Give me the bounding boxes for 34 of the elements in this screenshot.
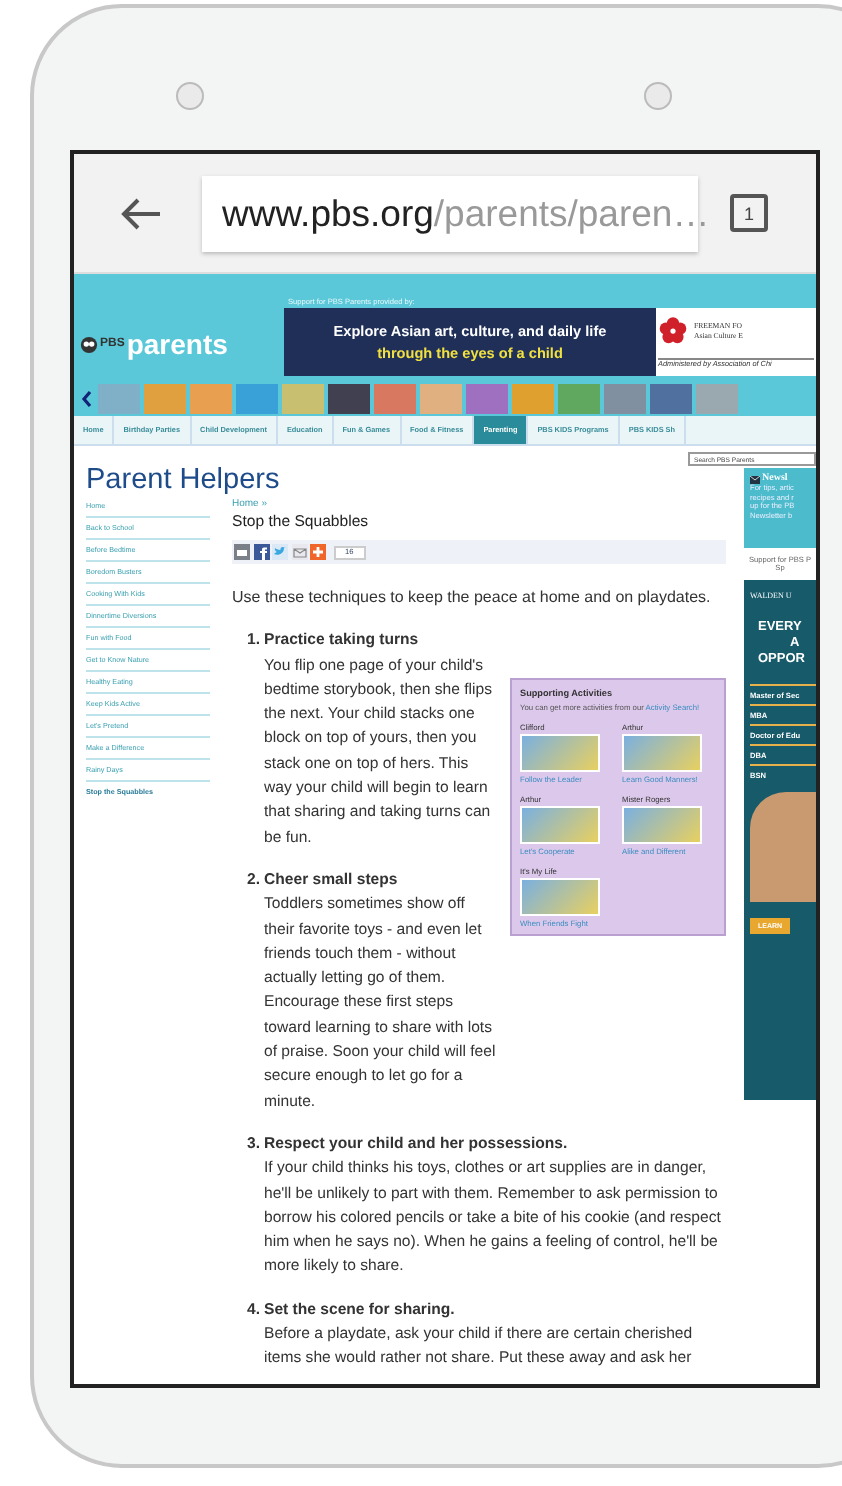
photo-placeholder [750,792,816,902]
print-icon[interactable] [234,544,250,560]
sensor-icon [176,81,204,109]
character-thumbnail[interactable] [696,384,738,414]
tab-count-button[interactable]: 1 [730,194,768,232]
character-thumbnail[interactable] [328,384,370,414]
character-thumbnail[interactable] [236,384,278,414]
logo-text: parents [126,328,228,360]
thumbnail-placeholder[interactable] [622,733,702,772]
thumbnail-placeholder[interactable] [520,805,600,844]
thumbnail-placeholder[interactable] [622,805,702,844]
character-thumbnail[interactable] [604,384,646,414]
camera-icon [644,81,672,109]
character-thumbnail[interactable] [374,384,416,414]
logo-icon [80,335,98,353]
facebook-icon[interactable] [253,544,269,560]
chevron-left-icon[interactable] [80,390,94,408]
email-icon[interactable] [291,544,307,560]
character-thumbnail[interactable] [98,384,140,414]
character-thumbnail[interactable] [282,384,324,414]
intro-paragraph: Use these techniques to keep the peace at home and on playdates. [232,586,713,610]
character-thumbnail[interactable] [650,384,692,414]
character-thumbnail[interactable] [144,384,186,414]
thumbnail-placeholder[interactable] [520,733,600,772]
character-thumbnail[interactable] [190,384,232,414]
character-thumbnail[interactable] [466,384,508,414]
thumbnail-placeholder[interactable] [520,877,600,916]
character-thumbnail[interactable] [512,384,554,414]
character-thumbnail[interactable] [558,384,600,414]
back-arrow-icon[interactable] [118,195,162,231]
envelope-icon [750,475,760,483]
character-thumbnail[interactable] [420,384,462,414]
section-title: Parent Helpers [86,466,280,496]
plus-icon[interactable] [310,544,326,560]
